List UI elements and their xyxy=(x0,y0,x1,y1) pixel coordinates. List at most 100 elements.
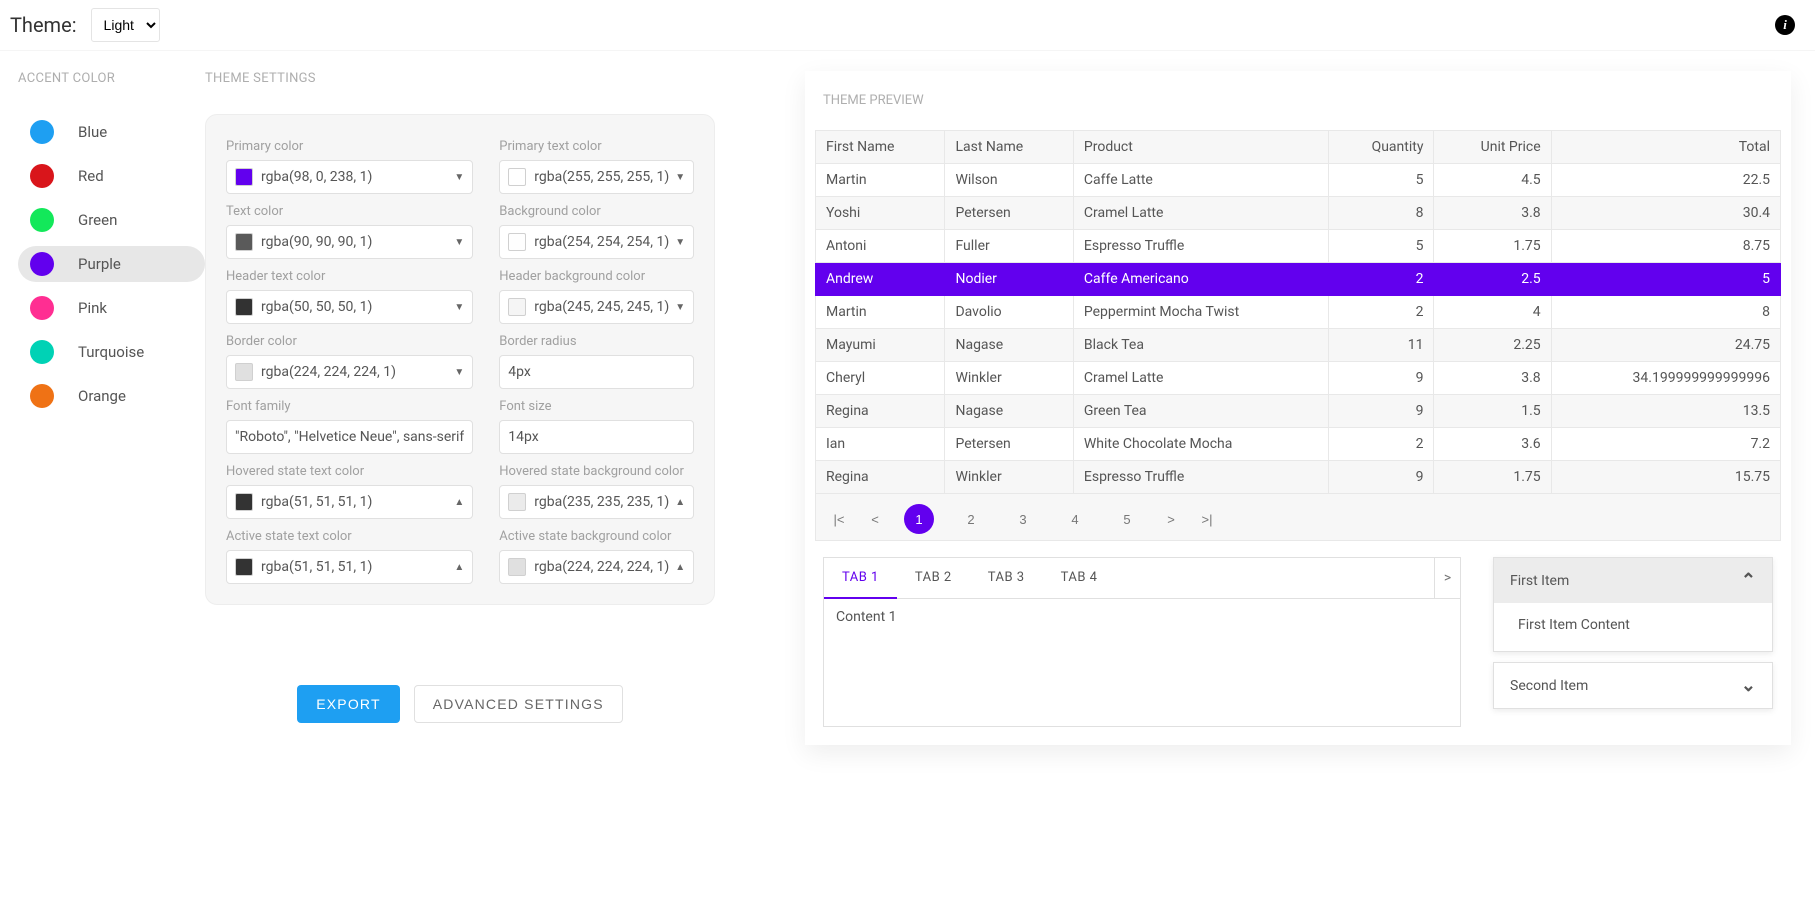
theme-select[interactable]: Light xyxy=(91,8,160,42)
table-cell: Wilson xyxy=(945,164,1073,197)
header_background_color-value: rgba(245, 245, 245, 1) xyxy=(534,299,669,315)
primary_color-input[interactable]: rgba(98, 0, 238, 1)▼ xyxy=(226,160,473,194)
pager-page-5[interactable]: 5 xyxy=(1112,504,1142,534)
accent-label: Pink xyxy=(78,299,107,317)
chevron-up-icon: ▲ xyxy=(454,562,464,573)
table-cell: Martin xyxy=(816,164,945,197)
table-cell: 24.75 xyxy=(1551,329,1780,362)
pager-prev-button[interactable]: < xyxy=(860,504,890,534)
pager-first-button[interactable]: |< xyxy=(824,504,854,534)
table-row[interactable]: AntoniFullerEspresso Truffle51.758.75 xyxy=(816,230,1781,263)
accent-pink[interactable]: Pink xyxy=(18,290,205,326)
border_color-value: rgba(224, 224, 224, 1) xyxy=(261,364,448,380)
border_radius-value: 4px xyxy=(508,364,685,380)
table-row[interactable]: ReginaWinklerEspresso Truffle91.7515.75 xyxy=(816,461,1781,494)
table-row[interactable]: MartinDavolioPeppermint Mocha Twist248 xyxy=(816,296,1781,329)
accent-turquoise[interactable]: Turquoise xyxy=(18,334,205,370)
tab-4[interactable]: TAB 4 xyxy=(1043,558,1116,598)
accordion-header[interactable]: First Item⌃ xyxy=(1494,558,1772,603)
table-cell: Cramel Latte xyxy=(1073,362,1328,395)
column-header[interactable]: Unit Price xyxy=(1434,131,1551,164)
table-cell: 5 xyxy=(1328,230,1433,263)
table-cell: Antoni xyxy=(816,230,945,263)
column-header[interactable]: Last Name xyxy=(945,131,1073,164)
background_color-chip-icon xyxy=(508,233,526,251)
chevron-up-icon: ▲ xyxy=(675,497,685,508)
hovered_bg-input[interactable]: rgba(235, 235, 235, 1)▲ xyxy=(499,485,694,519)
table-cell: Caffe Americano xyxy=(1073,263,1328,296)
tab-2[interactable]: TAB 2 xyxy=(897,558,970,598)
accent-orange[interactable]: Orange xyxy=(18,378,205,414)
text_color-input[interactable]: rgba(90, 90, 90, 1)▼ xyxy=(226,225,473,259)
accent-label: Red xyxy=(78,167,104,185)
table-cell: Cramel Latte xyxy=(1073,197,1328,230)
active_text-input[interactable]: rgba(51, 51, 51, 1)▲ xyxy=(226,550,473,584)
background_color-input[interactable]: rgba(254, 254, 254, 1)▼ xyxy=(499,225,694,259)
turquoise-swatch-icon xyxy=(30,340,54,364)
border_color-input[interactable]: rgba(224, 224, 224, 1)▼ xyxy=(226,355,473,389)
table-row[interactable]: YoshiPetersenCramel Latte83.830.4 xyxy=(816,197,1781,230)
hovered_text-input[interactable]: rgba(51, 51, 51, 1)▲ xyxy=(226,485,473,519)
accent-red[interactable]: Red xyxy=(18,158,205,194)
primary_text_color-input[interactable]: rgba(255, 255, 255, 1)▼ xyxy=(499,160,694,194)
table-cell: Nagase xyxy=(945,395,1073,428)
accent-green[interactable]: Green xyxy=(18,202,205,238)
table-row[interactable]: ReginaNagaseGreen Tea91.513.5 xyxy=(816,395,1781,428)
font_family-value: "Roboto", "Helvetice Neue", sans-serif xyxy=(235,429,464,445)
table-cell: 34.199999999999996 xyxy=(1551,362,1780,395)
font_family-label: Font family xyxy=(226,399,473,414)
pager-page-2[interactable]: 2 xyxy=(956,504,986,534)
export-button[interactable]: EXPORT xyxy=(297,685,400,723)
column-header[interactable]: First Name xyxy=(816,131,945,164)
accent-purple[interactable]: Purple xyxy=(18,246,205,282)
green-swatch-icon xyxy=(30,208,54,232)
purple-swatch-icon xyxy=(30,252,54,276)
table-row[interactable]: MartinWilsonCaffe Latte54.522.5 xyxy=(816,164,1781,197)
header_text_color-input[interactable]: rgba(50, 50, 50, 1)▼ xyxy=(226,290,473,324)
text_color-label: Text color xyxy=(226,204,473,219)
primary_text_color-label: Primary text color xyxy=(499,139,694,154)
border_radius-label: Border radius xyxy=(499,334,694,349)
table-row[interactable]: CherylWinklerCramel Latte93.834.19999999… xyxy=(816,362,1781,395)
primary_text_color-chip-icon xyxy=(508,168,526,186)
table-cell: 2.25 xyxy=(1434,329,1551,362)
header_background_color-input[interactable]: rgba(245, 245, 245, 1)▼ xyxy=(499,290,694,324)
tab-scroll-right-icon[interactable]: > xyxy=(1434,558,1460,598)
pager-last-button[interactable]: >| xyxy=(1192,504,1222,534)
column-header[interactable]: Product xyxy=(1073,131,1328,164)
column-header[interactable]: Quantity xyxy=(1328,131,1433,164)
table-cell: 4.5 xyxy=(1434,164,1551,197)
advanced-settings-button[interactable]: ADVANCED SETTINGS xyxy=(414,685,623,723)
border_radius-input[interactable]: 4px xyxy=(499,355,694,389)
accent-label: Blue xyxy=(78,123,107,141)
font_family-input[interactable]: "Roboto", "Helvetice Neue", sans-serif xyxy=(226,420,473,454)
column-header[interactable]: Total xyxy=(1551,131,1780,164)
table-cell: 3.6 xyxy=(1434,428,1551,461)
pager-page-4[interactable]: 4 xyxy=(1060,504,1090,534)
active_bg-input[interactable]: rgba(224, 224, 224, 1)▲ xyxy=(499,550,694,584)
table-cell: Fuller xyxy=(945,230,1073,263)
preview-title: Theme Preview xyxy=(815,93,1781,108)
accent-blue[interactable]: Blue xyxy=(18,114,205,150)
pager-next-button[interactable]: > xyxy=(1156,504,1186,534)
table-cell: 2.5 xyxy=(1434,263,1551,296)
tab-1[interactable]: TAB 1 xyxy=(824,558,897,599)
chevron-up-icon: ▲ xyxy=(675,562,685,573)
settings-title: Theme Settings xyxy=(205,71,715,86)
table-cell: 4 xyxy=(1434,296,1551,329)
pager-page-1[interactable]: 1 xyxy=(904,504,934,534)
table-cell: 2 xyxy=(1328,263,1433,296)
table-row[interactable]: MayumiNagaseBlack Tea112.2524.75 xyxy=(816,329,1781,362)
info-icon[interactable]: i xyxy=(1775,15,1795,35)
tab-3[interactable]: TAB 3 xyxy=(970,558,1043,598)
pager-page-3[interactable]: 3 xyxy=(1008,504,1038,534)
table-cell: Espresso Truffle xyxy=(1073,461,1328,494)
accordion-header[interactable]: Second Item⌄ xyxy=(1494,663,1772,708)
table-cell: Andrew xyxy=(816,263,945,296)
table-row[interactable]: IanPetersenWhite Chocolate Mocha23.67.2 xyxy=(816,428,1781,461)
table-cell: Winkler xyxy=(945,362,1073,395)
pink-swatch-icon xyxy=(30,296,54,320)
font_size-input[interactable]: 14px xyxy=(499,420,694,454)
active_bg-chip-icon xyxy=(508,558,526,576)
table-row[interactable]: AndrewNodierCaffe Americano22.55 xyxy=(816,263,1781,296)
